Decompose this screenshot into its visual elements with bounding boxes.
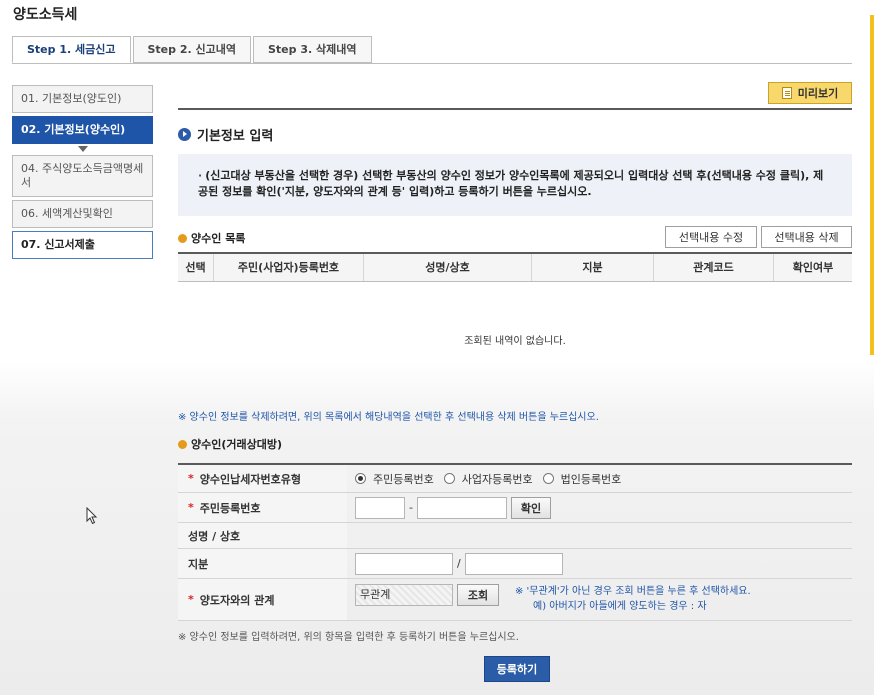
radio-label-resident: 주민등록번호: [373, 472, 434, 486]
step-sidebar: 01. 기본정보(양도인) 02. 기본정보(양수인) 04. 주식양도소득금액…: [12, 85, 153, 262]
buyer-form-title: 양수인(거래상대방): [178, 436, 282, 452]
tab-step-1[interactable]: Step 1. 세금신고: [12, 36, 131, 63]
buyer-form: * 양수인납세자번호유형 주민등록번호 사업자등록번호 법인등록번호 * 주민등록번…: [178, 463, 852, 621]
relation-note: ※ '무관계'가 아닌 경우 조회 버튼을 누른 후 선택하세요. 예) 아버지…: [515, 584, 751, 614]
column-header-confirmed: 확인여부: [792, 261, 834, 274]
required-mark: *: [188, 593, 194, 606]
column-header-share: 지분: [532, 254, 654, 281]
bullet-icon: [178, 233, 187, 243]
share-numerator-input[interactable]: [355, 552, 453, 575]
notice-bullet: ·: [198, 169, 203, 182]
lookup-button[interactable]: 조회: [457, 584, 499, 606]
radio-resident-number[interactable]: [355, 473, 366, 484]
section-title: 기본정보 입력: [178, 125, 273, 144]
relation-note-line-2: 예) 아버지가 아들에게 양도하는 경우 : 자: [533, 601, 707, 612]
id-number-inputs: - 확인: [347, 493, 852, 522]
sidebar-item-stock-transfer[interactable]: 04. 주식양도소득금액명세서: [12, 155, 153, 197]
column-header-relation: 관계코드: [654, 254, 774, 281]
share-label: 지분: [178, 549, 347, 578]
form-row-relation: * 양도자와의 관계 무관계 조회 ※ '무관계'가 아닌 경우 조회 버튼을 누…: [178, 579, 852, 621]
notice-text: (신고대상 부동산을 선택한 경우) 선택한 부동산의 양수인 정보가 양수인목…: [198, 169, 824, 198]
name-label: 성명 / 상호: [178, 523, 347, 548]
page-title: 양도소득세: [13, 7, 78, 23]
radio-label-business: 사업자등록번호: [461, 472, 533, 486]
id-separator: -: [409, 501, 413, 514]
confirm-button[interactable]: 확인: [510, 496, 551, 519]
radio-corporate-number[interactable]: [542, 473, 554, 484]
register-button[interactable]: 등록하기: [484, 656, 550, 682]
form-row-id-type: * 양수인납세자번호유형 주민등록번호 사업자등록번호 법인등록번호: [178, 465, 852, 493]
step-tabs: Step 1. 세금신고 Step 2. 신고내역 Step 3. 삭제내역: [12, 36, 374, 63]
tab-step-3[interactable]: Step 3. 삭제내역: [253, 36, 372, 63]
column-header-id: 주민(사업자)등록번호: [214, 254, 364, 281]
buyer-list-title: 양수인 목록: [178, 230, 245, 246]
buyer-list-title-text: 양수인 목록: [191, 232, 246, 245]
id-number-front-input[interactable]: [355, 496, 405, 519]
relation-label-cell: * 양도자와의 관계: [178, 579, 347, 620]
buyer-form-title-text: 양수인(거래상대방): [191, 438, 283, 451]
sidebar-item-buyer-info[interactable]: 02. 기본정보(양수인): [12, 116, 153, 144]
bullet-icon: [178, 439, 187, 449]
form-row-id-number: * 주민등록번호 - 확인: [178, 493, 852, 523]
column-header-name: 성명/상호: [364, 254, 532, 281]
id-number-back-input[interactable]: [416, 496, 507, 519]
input-note: ※ 양수인 정보를 입력하려면, 위의 항목을 입력한 후 등록하기 버튼을 누…: [178, 632, 519, 643]
preview-label: 미리보기: [797, 87, 839, 100]
id-type-label-cell: * 양수인납세자번호유형: [178, 465, 347, 492]
delete-note: ※ 양수인 정보를 삭제하려면, 위의 목록에서 해당내역을 선택한 후 선택내…: [178, 412, 599, 423]
required-mark: *: [188, 501, 194, 514]
form-row-share: 지분 /: [178, 549, 852, 579]
required-mark: *: [188, 472, 194, 485]
share-denominator-input[interactable]: [464, 552, 563, 575]
id-type-label: 양수인납세자번호유형: [199, 472, 301, 486]
tab-divider: [12, 63, 852, 64]
sidebar-item-seller-info[interactable]: 01. 기본정보(양도인): [12, 85, 153, 113]
circle-arrow-icon: [178, 128, 191, 141]
share-inputs: /: [347, 549, 852, 578]
sidebar-item-tax-calc[interactable]: 06. 세액계산및확인: [12, 200, 153, 228]
down-arrow-icon: [77, 146, 88, 152]
id-number-label-cell: * 주민등록번호: [178, 493, 347, 522]
id-number-label: 주민등록번호: [199, 501, 261, 515]
notice-box: · (신고대상 부동산을 선택한 경우) 선택한 부동산의 양수인 정보가 양수인…: [178, 154, 852, 216]
relation-note-line-1: ※ '무관계'가 아닌 경우 조회 버튼을 누른 후 선택하세요.: [515, 586, 751, 597]
main-divider: [178, 108, 852, 110]
relation-label: 양도자와의 관계: [199, 593, 275, 607]
mouse-cursor-icon: [86, 507, 98, 525]
right-accent-bar: [870, 15, 874, 355]
empty-list-message: 조회된 내역이 없습니다.: [464, 336, 566, 347]
id-type-options: 주민등록번호 사업자등록번호 법인등록번호: [347, 465, 852, 492]
radio-label-corporate: 법인등록번호: [560, 472, 622, 486]
tab-step-2[interactable]: Step 2. 신고내역: [132, 36, 251, 63]
edit-selected-button[interactable]: 선택내용 수정: [665, 226, 757, 248]
document-icon: [781, 87, 792, 99]
radio-business-number[interactable]: [443, 473, 455, 484]
form-row-name: 성명 / 상호: [178, 523, 852, 549]
buyer-list-header: 선택 주민(사업자)등록번호 성명/상호 지분 관계코드 확인여부: [178, 252, 852, 282]
relation-input[interactable]: 무관계: [355, 584, 453, 606]
column-header-select: 선택: [178, 254, 214, 281]
relation-inputs: 무관계 조회 ※ '무관계'가 아닌 경우 조회 버튼을 누른 후 선택하세요.…: [347, 579, 852, 620]
sidebar-item-submit[interactable]: 07. 신고서제출: [12, 231, 153, 259]
share-separator: /: [457, 557, 461, 570]
preview-button[interactable]: 미리보기: [768, 82, 852, 104]
name-value: [347, 523, 852, 548]
section-title-text: 기본정보 입력: [197, 129, 274, 144]
delete-selected-button[interactable]: 선택내용 삭제: [761, 226, 852, 248]
